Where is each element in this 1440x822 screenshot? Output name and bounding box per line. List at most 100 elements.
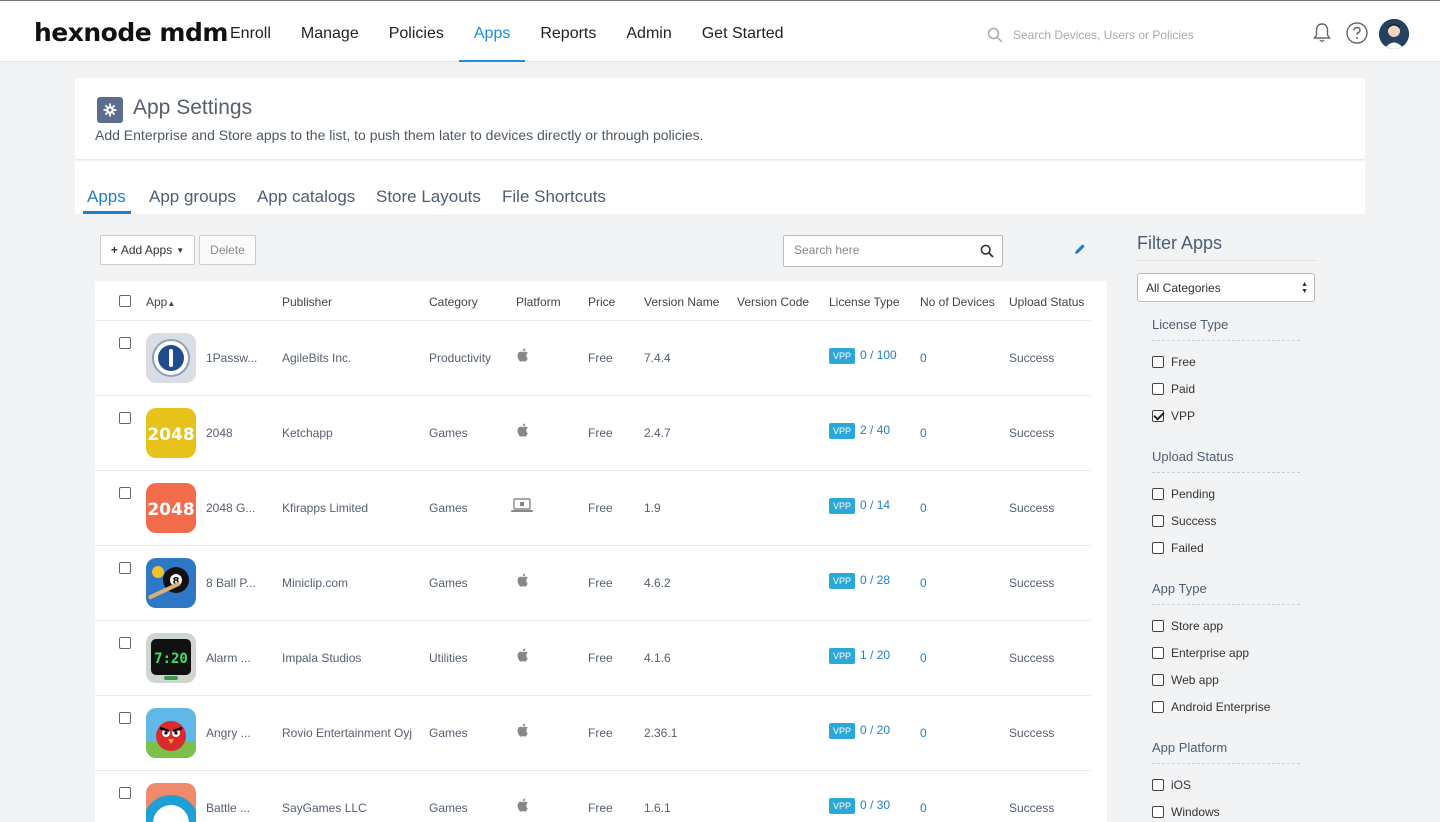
nav-enroll[interactable]: Enroll	[215, 1, 286, 62]
col-upload-status[interactable]: Upload Status	[1009, 295, 1084, 309]
2048-yellow-icon[interactable]: 2048	[146, 408, 196, 458]
tab-apps[interactable]: Apps	[87, 187, 126, 207]
table-row[interactable]: 8 8 Ball P... Miniclip.com Games Free 4.6.2 VP…	[95, 545, 1091, 620]
license-type[interactable]: VPP 0 / 30	[829, 798, 890, 814]
col-license-type[interactable]: License Type	[829, 295, 900, 309]
nav-manage[interactable]: Manage	[286, 1, 374, 62]
col-no-of-devices[interactable]: No of Devices	[920, 295, 995, 309]
col-app[interactable]: App▲	[146, 295, 175, 309]
row-checkbox[interactable]	[119, 562, 131, 574]
help-icon[interactable]	[1345, 21, 1369, 45]
filter-option[interactable]: Store app	[1152, 619, 1223, 633]
col-version-code[interactable]: Version Code	[737, 295, 809, 309]
8ball-icon[interactable]: 8	[146, 558, 196, 608]
filter-option[interactable]: Success	[1152, 514, 1216, 528]
bell-icon[interactable]	[1310, 21, 1334, 45]
user-avatar[interactable]	[1379, 19, 1409, 49]
filter-checkbox[interactable]	[1152, 410, 1164, 422]
row-checkbox[interactable]	[119, 487, 131, 499]
filter-option[interactable]: Android Enterprise	[1152, 700, 1270, 714]
onepassword-icon[interactable]	[146, 333, 196, 383]
filter-option[interactable]: VPP	[1152, 409, 1195, 423]
tab-file-shortcuts[interactable]: File Shortcuts	[502, 187, 606, 207]
nav-policies[interactable]: Policies	[374, 1, 459, 62]
angry-birds-icon[interactable]	[146, 708, 196, 758]
filter-option[interactable]: iOS	[1152, 778, 1191, 792]
tab-store-layouts[interactable]: Store Layouts	[376, 187, 481, 207]
device-count[interactable]: 0	[920, 651, 927, 665]
filter-checkbox[interactable]	[1152, 779, 1164, 791]
nav-reports[interactable]: Reports	[525, 1, 611, 62]
add-apps-button[interactable]: + Add Apps ▼	[100, 235, 195, 265]
tab-app-catalogs[interactable]: App catalogs	[257, 187, 355, 207]
tab-app-groups[interactable]: App groups	[149, 187, 236, 207]
row-checkbox[interactable]	[119, 637, 131, 649]
table-row[interactable]: 2048 2048 Ketchapp Games Free 2.4.7 VPP 2 / 40 0…	[95, 395, 1091, 470]
license-type[interactable]: VPP 0 / 20	[829, 723, 890, 739]
device-count[interactable]: 0	[920, 501, 927, 515]
filter-checkbox[interactable]	[1152, 356, 1164, 368]
device-count[interactable]: 0	[920, 801, 927, 815]
device-count[interactable]: 0	[920, 576, 927, 590]
app-name[interactable]: 2048 G...	[206, 501, 255, 515]
filter-option[interactable]: Enterprise app	[1152, 646, 1249, 660]
license-type[interactable]: VPP 1 / 20	[829, 648, 890, 664]
license-count[interactable]: 2 / 40	[860, 423, 890, 437]
license-count[interactable]: 0 / 100	[860, 348, 897, 362]
license-type[interactable]: VPP 0 / 100	[829, 348, 897, 364]
table-row[interactable]: Battle ... SayGames LLC Games Free 1.6.1 VPP 0…	[95, 770, 1091, 822]
filter-checkbox[interactable]	[1152, 674, 1164, 686]
device-count[interactable]: 0	[920, 426, 927, 440]
row-checkbox[interactable]	[119, 787, 131, 799]
filter-option[interactable]: Web app	[1152, 673, 1219, 687]
filter-checkbox[interactable]	[1152, 806, 1164, 818]
col-publisher[interactable]: Publisher	[282, 295, 332, 309]
select-all-checkbox[interactable]	[119, 295, 131, 307]
table-row[interactable]: 7:20 Alarm ... Impala Studios Utilities Free…	[95, 620, 1091, 695]
table-row[interactable]: 1Passw... AgileBits Inc. Productivity Free 7…	[95, 320, 1091, 395]
license-count[interactable]: 0 / 30	[860, 798, 890, 812]
row-checkbox[interactable]	[119, 337, 131, 349]
col-version-name[interactable]: Version Name	[644, 295, 719, 309]
filter-checkbox[interactable]	[1152, 647, 1164, 659]
filter-option[interactable]: Paid	[1152, 382, 1195, 396]
app-name[interactable]: Angry ...	[206, 726, 251, 740]
filter-checkbox[interactable]	[1152, 620, 1164, 632]
hexnode-logo[interactable]: hexnode mdm	[34, 18, 228, 47]
app-name[interactable]: Battle ...	[206, 801, 250, 815]
license-count[interactable]: 0 / 14	[860, 498, 890, 512]
row-checkbox[interactable]	[119, 712, 131, 724]
table-row[interactable]: 2048 2048 G... Kfirapps Limited Games Free 1.…	[95, 470, 1091, 545]
nav-admin[interactable]: Admin	[611, 1, 686, 62]
license-type[interactable]: VPP 0 / 28	[829, 573, 890, 589]
filter-checkbox[interactable]	[1152, 488, 1164, 500]
filter-option[interactable]: Free	[1152, 355, 1196, 369]
table-search-input[interactable]	[794, 243, 974, 257]
2048-orange-icon[interactable]: 2048	[146, 483, 196, 533]
license-type[interactable]: VPP 2 / 40	[829, 423, 890, 439]
filter-checkbox[interactable]	[1152, 701, 1164, 713]
app-name[interactable]: 8 Ball P...	[206, 576, 256, 590]
filter-checkbox[interactable]	[1152, 383, 1164, 395]
app-name[interactable]: 1Passw...	[206, 351, 257, 365]
col-category[interactable]: Category	[429, 295, 478, 309]
col-price[interactable]: Price	[588, 295, 615, 309]
license-type[interactable]: VPP 0 / 14	[829, 498, 890, 514]
app-name[interactable]: Alarm ...	[206, 651, 251, 665]
filter-checkbox[interactable]	[1152, 542, 1164, 554]
nav-get-started[interactable]: Get Started	[687, 1, 799, 62]
nav-apps[interactable]: Apps	[458, 1, 526, 62]
col-platform[interactable]: Platform	[516, 295, 561, 309]
license-count[interactable]: 1 / 20	[860, 648, 890, 662]
table-row[interactable]: Angry ... Rovio Entertainment Oyj Games Fre…	[95, 695, 1091, 770]
delete-button[interactable]: Delete	[199, 235, 256, 265]
filter-option[interactable]: Failed	[1152, 541, 1204, 555]
battle-icon[interactable]	[146, 783, 196, 822]
app-name[interactable]: 2048	[206, 426, 233, 440]
edit-pencil-icon[interactable]	[1073, 242, 1087, 256]
device-count[interactable]: 0	[920, 726, 927, 740]
category-select[interactable]: All Categories ▲ ▼	[1137, 273, 1315, 302]
row-checkbox[interactable]	[119, 412, 131, 424]
filter-checkbox[interactable]	[1152, 515, 1164, 527]
alarm-clock-icon[interactable]: 7:20	[146, 633, 196, 683]
